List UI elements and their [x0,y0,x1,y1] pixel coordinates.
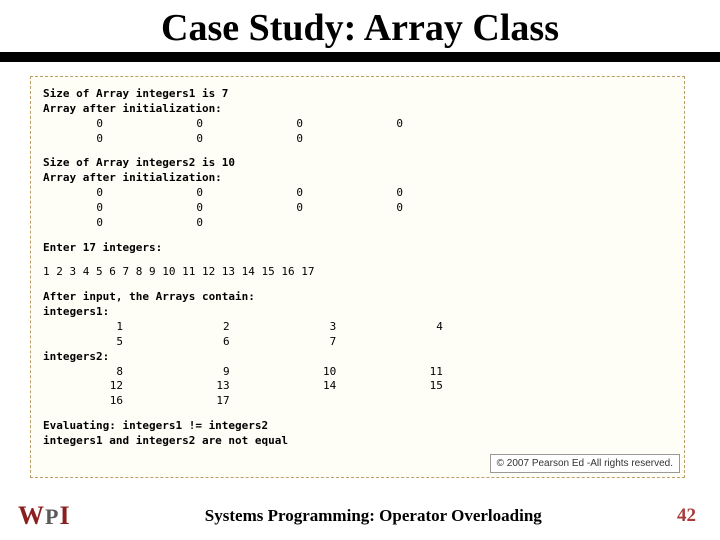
int1-row2: 5 6 7 [43,335,672,350]
cell: 17 [150,394,250,409]
cell: 14 [256,379,356,394]
cell: 0 [143,216,243,231]
init2-row2: 0 0 0 0 [43,201,672,216]
slide-title: Case Study: Array Class [0,0,720,52]
cell: 0 [43,132,143,147]
cell: 4 [363,320,463,335]
cell: 6 [150,335,250,350]
cell: 3 [256,320,356,335]
afterinit1-line: Array after initialization: [43,102,672,117]
cell: 0 [243,201,343,216]
page-number: 42 [677,505,696,527]
init2-row3: 0 0 [43,216,672,231]
size2-line: Size of Array integers2 is 10 [43,156,672,171]
cell: 0 [43,186,143,201]
cell: 5 [43,335,143,350]
cell: 10 [256,365,356,380]
int2-row3: 16 17 [43,394,672,409]
logo-p: P [45,504,58,530]
cell: 0 [243,117,343,132]
enter-line: Enter 17 integers: [43,241,672,256]
cell: 0 [143,132,243,147]
logo-i: I [59,501,69,531]
cell: 9 [150,365,250,380]
afterinit2-line: Array after initialization: [43,171,672,186]
wpi-logo: W P I [18,501,70,531]
logo-w: W [18,501,44,531]
cell: 11 [363,365,463,380]
code-output-box: Size of Array integers1 is 7 Array after… [30,76,685,478]
cell: 0 [243,132,343,147]
size1-line: Size of Array integers1 is 7 [43,87,672,102]
init1-row1: 0 0 0 0 [43,117,672,132]
int2-row2: 12 13 14 15 [43,379,672,394]
cell: 0 [343,201,443,216]
afterinput-line: After input, the Arrays contain: [43,290,672,305]
int1-row1: 1 2 3 4 [43,320,672,335]
init2-row1: 0 0 0 0 [43,186,672,201]
cell: 0 [343,186,443,201]
input-line: 1 2 3 4 5 6 7 8 9 10 11 12 13 14 15 16 1… [43,265,672,280]
eval-line: Evaluating: integers1 != integers2 [43,419,672,434]
title-underline [0,52,720,62]
cell: 12 [43,379,143,394]
copyright-badge: © 2007 Pearson Ed -All rights reserved. [490,454,680,474]
init1-row2: 0 0 0 [43,132,672,147]
slide-header: Case Study: Array Class [0,0,720,62]
cell: 0 [143,186,243,201]
cell: 15 [363,379,463,394]
footer-text: Systems Programming: Operator Overloadin… [70,506,677,526]
content-area: Size of Array integers1 is 7 Array after… [0,62,720,478]
cell: 0 [143,201,243,216]
slide-footer: W P I Systems Programming: Operator Over… [0,498,720,540]
cell: 0 [43,117,143,132]
noteq-line: integers1 and integers2 are not equal [43,434,672,449]
cell: 0 [343,117,443,132]
int2-row1: 8 9 10 11 [43,365,672,380]
cell: 16 [43,394,143,409]
cell: 0 [43,216,143,231]
cell: 1 [43,320,143,335]
cell: 0 [43,201,143,216]
cell: 0 [243,186,343,201]
integers1-label: integers1: [43,305,672,320]
cell: 2 [150,320,250,335]
integers2-label: integers2: [43,350,672,365]
cell: 13 [150,379,250,394]
cell: 8 [43,365,143,380]
cell: 7 [256,335,356,350]
cell: 0 [143,117,243,132]
